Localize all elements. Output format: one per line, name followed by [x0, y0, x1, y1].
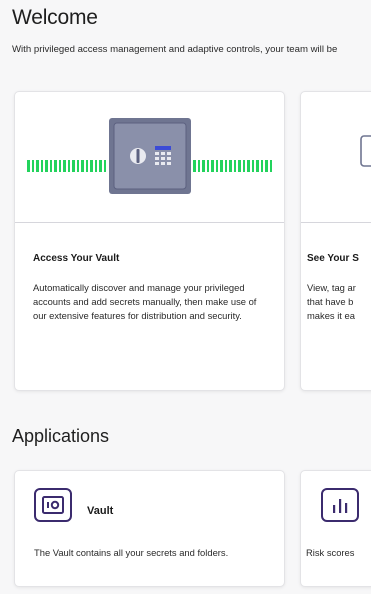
card-heading: See Your S: [307, 253, 359, 264]
card-body: Access Your Vault Automatically discover…: [15, 223, 284, 390]
feature-card-see-your[interactable]: See Your S View, tag ar that have b make…: [300, 91, 371, 391]
welcome-page: Welcome With privileged access managemen…: [0, 0, 371, 594]
vault-app-icon: [34, 488, 72, 522]
page-title: Welcome: [12, 6, 98, 29]
vault-safe-icon: [27, 118, 272, 194]
card-body: See Your S View, tag ar that have b make…: [301, 223, 371, 390]
description-line: makes it ea: [307, 310, 355, 321]
app-card-risk[interactable]: Risk scores: [300, 470, 371, 587]
card-illustration: [15, 92, 284, 223]
partial-device-icon: [360, 135, 371, 167]
app-name: Vault: [87, 505, 114, 517]
card-heading: Access Your Vault: [33, 253, 120, 264]
app-card-vault[interactable]: Vault The Vault contains all your secret…: [14, 470, 285, 587]
card-illustration: [301, 92, 371, 223]
page-subtitle: With privileged access management and ad…: [12, 44, 338, 55]
vault-app-glyph: [42, 496, 64, 514]
applications-heading: Applications: [12, 426, 110, 446]
description-line: that have b: [307, 296, 354, 307]
bar-chart-glyph: [333, 499, 348, 513]
description-line: View, tag ar: [307, 282, 356, 293]
app-description: The Vault contains all your secrets and …: [34, 547, 229, 558]
card-description: Automatically discover and manage your p…: [33, 282, 257, 321]
app-description: Risk scores: [306, 547, 355, 558]
card-description: View, tag ar that have b makes it ea: [307, 281, 371, 323]
bar-chart-icon: [321, 488, 359, 522]
feature-card-access-vault[interactable]: Access Your Vault Automatically discover…: [14, 91, 285, 391]
